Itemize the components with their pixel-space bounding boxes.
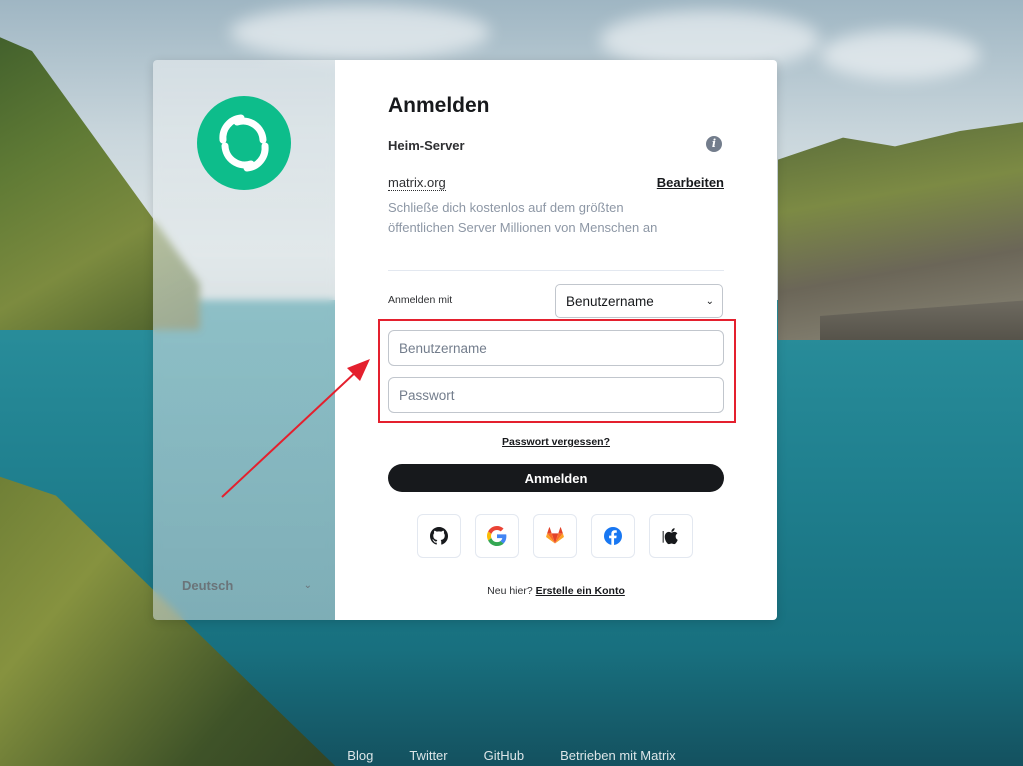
footer-link-github[interactable]: GitHub bbox=[484, 748, 524, 763]
footer-links: Blog Twitter GitHub Betrieben mit Matrix bbox=[0, 748, 1023, 763]
footer-link-twitter[interactable]: Twitter bbox=[409, 748, 447, 763]
annotation-arrow bbox=[221, 359, 370, 498]
footer-link-matrix[interactable]: Betrieben mit Matrix bbox=[560, 748, 676, 763]
footer-link-blog[interactable]: Blog bbox=[347, 748, 373, 763]
